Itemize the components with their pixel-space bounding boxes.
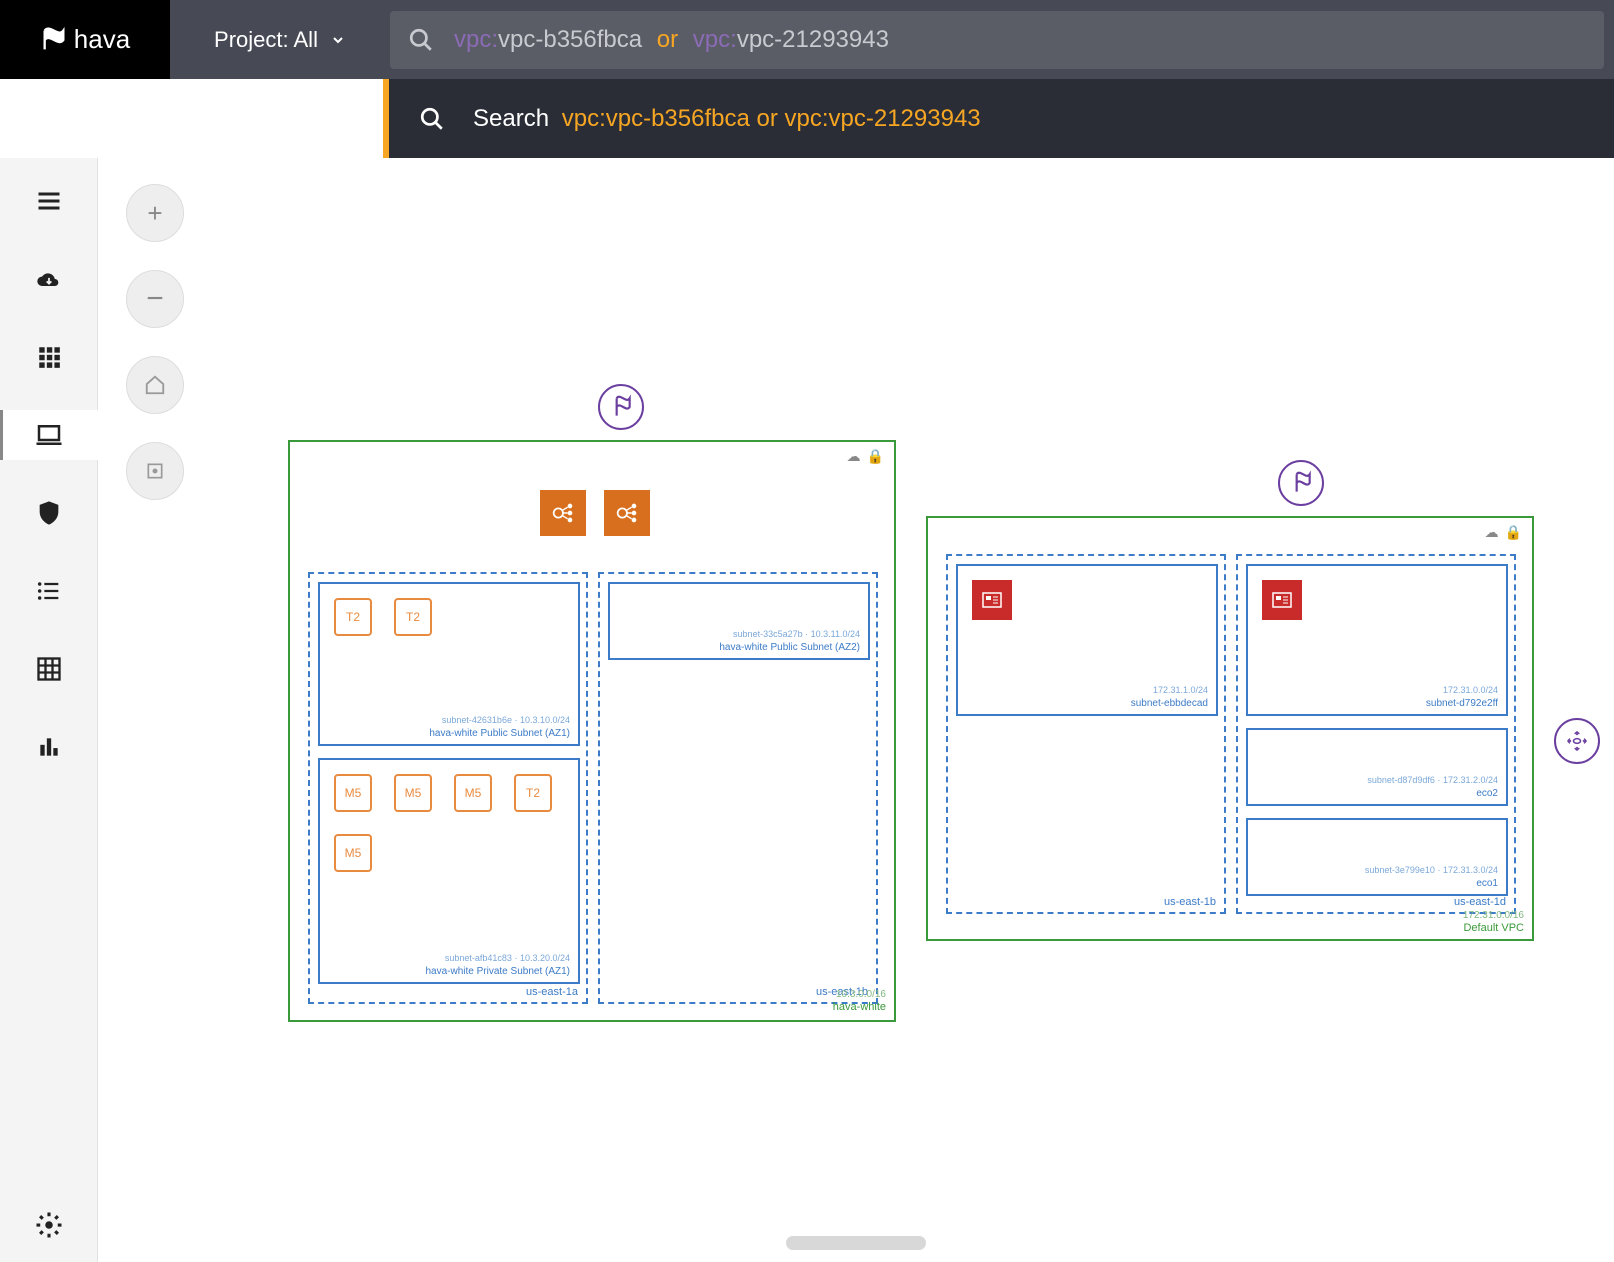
rail-list[interactable] <box>0 566 98 616</box>
brand-text: hava <box>74 24 130 55</box>
lock-icon: 🔒 <box>867 448 884 465</box>
diagram-canvas[interactable]: + − ☁ 🔒 <box>98 158 1614 1262</box>
subnet-ebbdecad[interactable]: 172.31.1.0/24 subnet-ebbdecad <box>956 564 1218 716</box>
chevron-down-icon <box>330 32 346 48</box>
lock-icon: 🔒 <box>1505 524 1522 541</box>
horizontal-scrollbar[interactable] <box>786 1236 926 1250</box>
zoom-out-button[interactable]: − <box>126 270 184 328</box>
vm-icon <box>980 588 1004 612</box>
internet-gateway-icon[interactable] <box>598 384 644 430</box>
rail-laptop[interactable] <box>0 410 98 460</box>
vpc-label: 10.3.0.0/16 hava-white <box>833 989 886 1014</box>
internet-gateway-icon[interactable] <box>1278 460 1324 506</box>
grid-apps-icon <box>36 344 62 370</box>
az-us-east-1d[interactable]: 172.31.0.0/24 subnet-d792e2ff subnet-d87… <box>1236 554 1516 914</box>
az-label: us-east-1a <box>526 986 578 998</box>
ec2-instance[interactable]: M5 <box>454 774 492 812</box>
ec2-instance[interactable]: M5 <box>394 774 432 812</box>
rail-cloud[interactable] <box>0 254 98 304</box>
cloud-icon: ☁ <box>1485 524 1499 541</box>
rail-table[interactable] <box>0 644 98 694</box>
vpc-hava-white[interactable]: ☁🔒 T2 T2 subnet-42631b6e · 10.3.10.0/24 <box>288 440 896 1022</box>
az-us-east-1a[interactable]: T2 T2 subnet-42631b6e · 10.3.10.0/24 hav… <box>308 572 588 1004</box>
subnet-private-az1[interactable]: M5 M5 M5 T2 M5 subnet-afb41c83 · 10.3.20… <box>318 758 580 984</box>
subnet-label: 172.31.1.0/24 subnet-ebbdecad <box>1131 685 1208 710</box>
subnet-label: 172.31.0.0/24 subnet-d792e2ff <box>1426 685 1498 710</box>
subnet-label: subnet-d87d9df6 · 172.31.2.0/24 eco2 <box>1367 775 1498 800</box>
elb-icon <box>613 499 641 527</box>
project-label: Project: All <box>214 27 318 53</box>
cloud-icon: ☁ <box>847 448 861 465</box>
shield-icon <box>35 499 63 527</box>
search-icon <box>408 27 434 53</box>
hamburger-icon <box>35 187 63 215</box>
az-label: us-east-1b <box>1164 896 1216 908</box>
hava-logo-icon <box>40 26 68 54</box>
brand-logo[interactable]: hava <box>0 0 170 79</box>
vpc-label: 172.31.0.0/16 Default VPC <box>1463 910 1524 935</box>
az-label: us-east-1d <box>1454 896 1506 908</box>
subnet-eco2[interactable]: subnet-d87d9df6 · 172.31.2.0/24 eco2 <box>1246 728 1508 806</box>
left-rail <box>0 158 98 1262</box>
load-balancer[interactable] <box>604 490 650 536</box>
vm-instance[interactable] <box>1262 580 1302 620</box>
search-input[interactable]: vpc:vpc-b356fbca or vpc:vpc-21293943 <box>454 26 1586 54</box>
laptop-icon <box>34 420 64 450</box>
project-picker[interactable]: Project: All <box>170 0 390 79</box>
search-icon <box>419 106 445 132</box>
ec2-instance[interactable]: M5 <box>334 774 372 812</box>
subnet-eco1[interactable]: subnet-3e799e10 · 172.31.3.0/24 eco1 <box>1246 818 1508 896</box>
subnet-label: subnet-33c5a27b · 10.3.11.0/24 hava-whit… <box>719 629 860 654</box>
rail-apps[interactable] <box>0 332 98 382</box>
rail-chart[interactable] <box>0 722 98 772</box>
load-balancer[interactable] <box>540 490 586 536</box>
rail-shield[interactable] <box>0 488 98 538</box>
az-us-east-1b[interactable]: subnet-33c5a27b · 10.3.11.0/24 hava-whit… <box>598 572 878 1004</box>
search-bar[interactable]: vpc:vpc-b356fbca or vpc:vpc-21293943 <box>390 11 1604 69</box>
search-suggestion[interactable]: Search vpc:vpc-b356fbca or vpc:vpc-21293… <box>383 79 1614 158</box>
vm-instance[interactable] <box>972 580 1012 620</box>
vm-icon <box>1270 588 1294 612</box>
az-us-east-1b[interactable]: 172.31.1.0/24 subnet-ebbdecad us-east-1b <box>946 554 1226 914</box>
home-icon <box>144 374 166 396</box>
table-icon <box>35 655 63 683</box>
bar-chart-icon <box>36 734 62 760</box>
subnet-d792e2ff[interactable]: 172.31.0.0/24 subnet-d792e2ff <box>1246 564 1508 716</box>
list-icon <box>35 577 63 605</box>
zoom-fit-button[interactable] <box>126 356 184 414</box>
subnet-public-az1[interactable]: T2 T2 subnet-42631b6e · 10.3.10.0/24 hav… <box>318 582 580 746</box>
ec2-instance[interactable]: T2 <box>514 774 552 812</box>
zoom-record-button[interactable] <box>126 442 184 500</box>
subnet-public-az2[interactable]: subnet-33c5a27b · 10.3.11.0/24 hava-whit… <box>608 582 870 660</box>
ec2-instance[interactable]: T2 <box>394 598 432 636</box>
cloud-download-icon <box>35 265 63 293</box>
gear-icon <box>34 1210 64 1240</box>
subnet-label: subnet-afb41c83 · 10.3.20.0/24 hava-whit… <box>425 953 570 978</box>
subnet-label: subnet-42631b6e · 10.3.10.0/24 hava-whit… <box>429 715 570 740</box>
elb-icon <box>549 499 577 527</box>
suggestion-query: vpc:vpc-b356fbca or vpc:vpc-21293943 <box>562 105 981 132</box>
ec2-instance[interactable]: T2 <box>334 598 372 636</box>
vpc-peering-icon[interactable] <box>1554 718 1600 764</box>
subnet-label: subnet-3e799e10 · 172.31.3.0/24 eco1 <box>1365 865 1498 890</box>
vpc-default[interactable]: ☁ 🔒 172.31.1.0/24 subnet-ebbdecad us-east… <box>926 516 1534 941</box>
ec2-instance[interactable]: M5 <box>334 834 372 872</box>
rail-menu[interactable] <box>0 176 98 226</box>
rail-settings[interactable] <box>0 1200 98 1250</box>
record-icon <box>145 461 165 481</box>
zoom-in-button[interactable]: + <box>126 184 184 242</box>
suggestion-prefix: Search <box>473 105 549 132</box>
